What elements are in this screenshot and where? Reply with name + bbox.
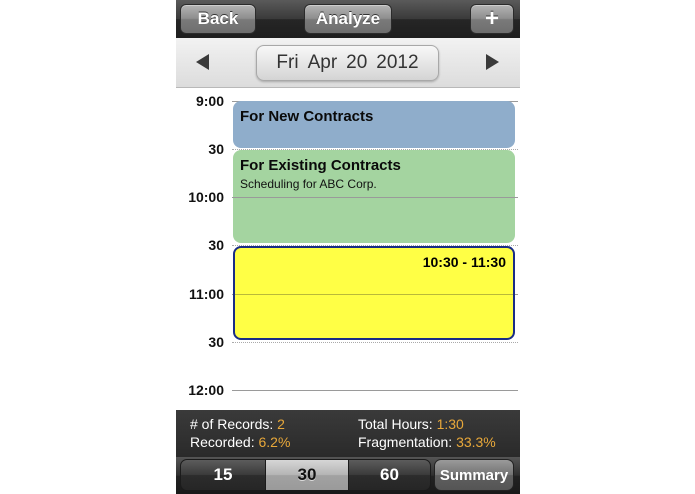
hour-line [235,294,513,295]
previous-day-arrow-icon[interactable] [196,54,209,70]
date-day: 20 [346,52,368,73]
total-hours-label: Total Hours: [358,416,433,432]
date-bar: Fri Apr 20 2012 [176,38,520,88]
time-label: 30 [208,334,224,350]
recorded-stat: Recorded: 6.2% [190,434,290,450]
time-label: 30 [208,141,224,157]
interval-30-segment[interactable]: 30 [265,459,349,491]
interval-15-segment[interactable]: 15 [180,459,266,491]
interval-60-segment[interactable]: 60 [348,459,431,491]
total-hours-stat: Total Hours: 1:30 [358,416,464,432]
event-title: For New Contracts [240,108,374,125]
time-label: 12:00 [188,382,224,398]
event-subtitle: Scheduling for ABC Corp. [240,177,377,191]
event-time-range: 10:30 - 11:30 [422,254,506,270]
next-day-arrow-icon[interactable] [486,54,499,70]
top-toolbar: Back Analyze + [176,0,520,38]
bottom-bar: 15 30 60 Summary [176,457,520,494]
back-button[interactable]: Back [180,4,256,34]
total-hours-value: 1:30 [436,416,464,432]
hour-line [232,390,518,391]
event-title: For Existing Contracts [240,157,401,174]
event-block[interactable]: For New Contracts [233,101,515,148]
summary-button[interactable]: Summary [434,459,514,491]
day-timeline[interactable]: 9:00 30 10:00 30 11:00 30 12:00 For New … [176,88,520,410]
fragmentation-value: 33.3% [456,434,496,450]
time-label: 30 [208,237,224,253]
fragmentation-stat: Fragmentation: 33.3% [358,434,496,450]
add-button[interactable]: + [470,4,514,34]
analyze-button[interactable]: Analyze [304,4,392,34]
phone-screen: Back Analyze + Fri Apr 20 2012 9:00 30 1… [176,0,520,494]
time-label: 9:00 [195,93,224,109]
fragmentation-label: Fragmentation: [358,434,453,450]
date-month: Apr [307,52,338,73]
date-selector[interactable]: Fri Apr 20 2012 [256,45,439,81]
event-block[interactable]: For Existing Contracts Scheduling for AB… [233,150,515,243]
hour-line [233,197,515,198]
half-hour-line [232,342,518,343]
date-weekday: Fri [276,52,299,73]
records-value: 2 [277,416,285,432]
records-stat: # of Records: 2 [190,416,285,432]
records-label: # of Records: [190,416,274,432]
recorded-label: Recorded: [190,434,255,450]
summary-panel: # of Records: 2 Recorded: 6.2% Total Hou… [176,410,520,457]
recorded-value: 6.2% [258,434,291,450]
time-label: 10:00 [188,189,224,205]
selected-event-block[interactable]: 10:30 - 11:30 [233,246,515,340]
date-year: 2012 [376,52,419,73]
time-label: 11:00 [188,286,224,302]
